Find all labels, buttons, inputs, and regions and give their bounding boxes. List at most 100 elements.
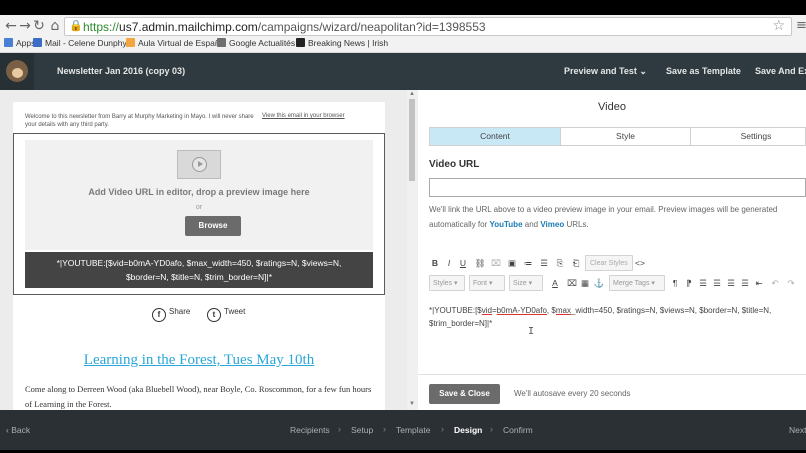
underline-icon[interactable]: U: [457, 255, 469, 271]
merge-tags-dropdown[interactable]: Merge Tags ▾: [609, 275, 665, 291]
chevron-right-icon: ›: [338, 424, 341, 434]
styles-dropdown[interactable]: Styles ▾: [429, 275, 465, 291]
video-dropzone[interactable]: Add Video URL in editor, drop a preview …: [25, 140, 373, 250]
lock-icon: 🔒: [69, 19, 83, 32]
video-url-label: Video URL: [429, 159, 480, 170]
copy-icon[interactable]: ⎘: [553, 255, 567, 271]
preview-scrollbar[interactable]: ▲ ▼: [407, 90, 418, 410]
redo-icon[interactable]: ↷: [785, 275, 797, 291]
unlink-icon[interactable]: ⌧: [489, 255, 503, 271]
clear-styles-button[interactable]: Clear Styles: [585, 255, 633, 271]
url-text: https://us7.admin.mailchimp.com/campaign…: [83, 20, 486, 34]
app-header: Newsletter Jan 2016 (copy 03) Preview an…: [0, 53, 806, 90]
bookmark-aula[interactable]: Aula Virtual de Españ: [126, 38, 220, 48]
chevron-down-icon: ⌄: [639, 66, 647, 76]
browser-menu-icon[interactable]: ≡: [796, 18, 806, 33]
add-video-instruction: Add Video URL in editor, drop a preview …: [88, 187, 310, 197]
toolbar-row-2: Styles ▾ Font ▾ Size ▾ A ⌧ ▦ ⚓ Merge Tag…: [429, 275, 806, 291]
apps-grid-icon: [4, 38, 13, 47]
ordered-list-icon[interactable]: ≔: [521, 255, 535, 271]
clear-format-icon[interactable]: ⌧: [566, 275, 578, 291]
save-and-exit-button[interactable]: Save And Exi: [755, 66, 806, 76]
panel-footer-divider: [418, 374, 806, 375]
link-icon[interactable]: ⛓: [473, 255, 487, 271]
social-share-row: f Share t Tweet: [13, 307, 385, 323]
bookmark-google[interactable]: Google Actualités: [217, 38, 295, 48]
justify-icon[interactable]: ☰: [739, 275, 751, 291]
reload-icon[interactable]: ↻: [31, 18, 47, 34]
step-design[interactable]: Design: [454, 425, 482, 435]
bookmarks-bar: Apps Mail - Celene Dunphy Aula Virtual d…: [0, 37, 806, 52]
twitter-tweet-button[interactable]: t Tweet: [207, 307, 245, 322]
anchor-icon[interactable]: ⚓: [593, 275, 605, 291]
url-host: us7.admin.mailchimp.com: [119, 20, 258, 34]
wizard-nav-bar: ‹ Back Recipients › Setup › Template › D…: [0, 410, 806, 450]
preheader-text: Welcome to this newsletter from Barry at…: [25, 114, 254, 128]
video-placeholder-image: [177, 150, 221, 179]
scroll-down-icon[interactable]: ▼: [409, 401, 415, 407]
play-icon: [192, 157, 207, 172]
bold-icon[interactable]: B: [429, 255, 441, 271]
browse-button[interactable]: Browse: [185, 216, 241, 236]
video-url-input[interactable]: [429, 178, 806, 197]
save-close-button[interactable]: Save & Close: [429, 384, 500, 404]
next-button[interactable]: Next: [789, 425, 806, 435]
caret-down-icon: ▾: [488, 280, 493, 287]
merge-tag-line-1: *|YOUTUBE:[$vid=b0mA-YD0afo, $max_width=…: [56, 258, 342, 268]
rtl-paragraph-icon[interactable]: ⁋: [683, 275, 695, 291]
step-confirm[interactable]: Confirm: [503, 425, 533, 435]
image-icon[interactable]: ▣: [505, 255, 519, 271]
bookmark-apps[interactable]: Apps: [4, 38, 35, 48]
preview-test-button[interactable]: Preview and Test ⌄: [564, 66, 647, 77]
freddie-icon: [6, 60, 28, 82]
save-as-template-button[interactable]: Save as Template: [666, 66, 741, 76]
bookmark-star-icon[interactable]: ☆: [772, 18, 785, 34]
mailchimp-logo[interactable]: [0, 53, 34, 90]
view-in-browser-link[interactable]: View this email in your browser: [262, 113, 345, 119]
unordered-list-icon[interactable]: ☰: [537, 255, 551, 271]
youtube-link[interactable]: YouTube: [489, 220, 522, 229]
align-right-icon[interactable]: ☰: [725, 275, 737, 291]
tab-style[interactable]: Style: [561, 128, 691, 145]
screen-top-border: [0, 0, 806, 15]
facebook-share-button[interactable]: f Share: [152, 307, 190, 322]
chevron-right-icon: ›: [490, 424, 493, 434]
text-color-icon[interactable]: A: [548, 275, 562, 291]
irish-times-icon: [296, 38, 305, 47]
italic-icon[interactable]: I: [443, 255, 455, 271]
toolbar-row-1: B I U ⛓ ⌧ ▣ ≔ ☰ ⎘ ⎗ Clear Styles <>: [429, 255, 806, 271]
align-left-icon[interactable]: ☰: [697, 275, 709, 291]
step-recipients[interactable]: Recipients: [290, 425, 330, 435]
paragraph-icon[interactable]: ¶: [669, 275, 681, 291]
vimeo-link[interactable]: Vimeo: [540, 220, 564, 229]
outdent-icon[interactable]: ⇤: [753, 275, 765, 291]
size-dropdown[interactable]: Size ▾: [509, 275, 543, 291]
home-icon[interactable]: ⌂: [47, 18, 63, 34]
step-template[interactable]: Template: [396, 425, 431, 435]
paste-icon[interactable]: ⎗: [569, 255, 583, 271]
scrollbar-thumb[interactable]: [409, 99, 415, 181]
scroll-up-icon[interactable]: ▲: [409, 91, 415, 97]
address-bar[interactable]: 🔒 https://us7.admin.mailchimp.com/campai…: [64, 17, 792, 36]
caret-down-icon: ▾: [528, 280, 533, 287]
article-body: Come along to Derreen Wood (aka Bluebell…: [25, 384, 372, 409]
undo-icon[interactable]: ↶: [769, 275, 781, 291]
table-icon[interactable]: ▦: [579, 275, 591, 291]
article-headline[interactable]: Learning in the Forest, Tues May 10th: [13, 352, 385, 369]
step-setup[interactable]: Setup: [351, 425, 373, 435]
rich-text-editor[interactable]: *|YOUTUBE:[$vid=b0mA-YD0afo, $max_width=…: [429, 304, 806, 330]
mail-icon: [33, 38, 42, 47]
code-view-icon[interactable]: <>: [633, 255, 647, 271]
email-canvas: Welcome to this newsletter from Barry at…: [13, 102, 385, 410]
or-text: or: [195, 204, 203, 211]
font-dropdown[interactable]: Font ▾: [469, 275, 505, 291]
video-content-block[interactable]: Add Video URL in editor, drop a preview …: [13, 133, 385, 295]
back-button[interactable]: ‹ Back: [6, 425, 30, 435]
align-center-icon[interactable]: ☰: [711, 275, 723, 291]
bookmark-mail[interactable]: Mail - Celene Dunphy: [33, 38, 127, 48]
url-path: /campaigns/wizard/neapolitan?id=1398553: [257, 20, 486, 34]
tab-settings[interactable]: Settings: [691, 128, 806, 145]
tab-content[interactable]: Content: [430, 128, 561, 145]
bookmark-breaking-news[interactable]: Breaking News | Irish: [296, 38, 388, 48]
autosave-note: We'll autosave every 20 seconds: [514, 389, 631, 398]
